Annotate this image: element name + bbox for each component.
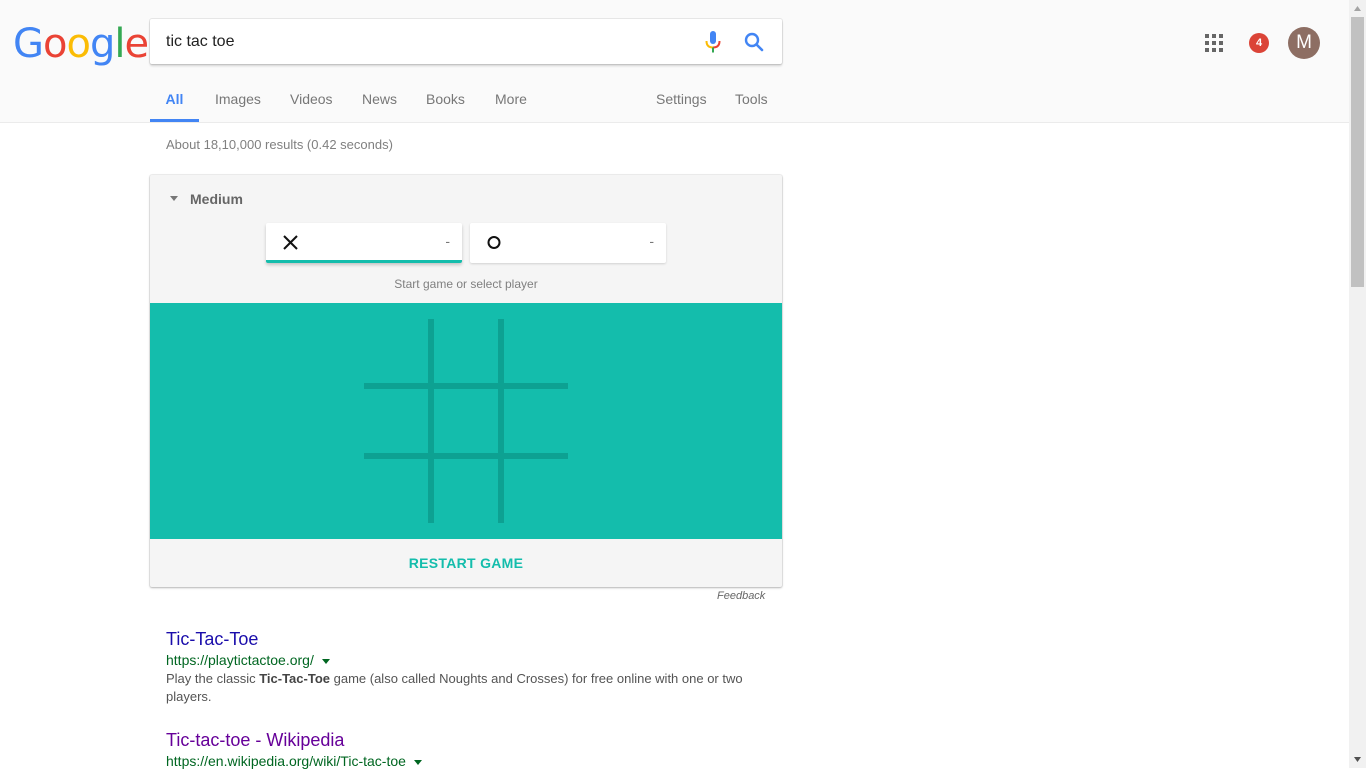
game-status: Start game or select player	[394, 277, 538, 291]
board-cell[interactable]	[434, 459, 498, 523]
result-url-text: https://playtictactoe.org/	[166, 652, 314, 668]
result-stats: About 18,10,000 results (0.42 seconds)	[166, 137, 393, 152]
account-avatar[interactable]: M	[1288, 27, 1320, 59]
apps-button[interactable]	[1204, 33, 1224, 53]
board-cell[interactable]	[504, 389, 568, 453]
tab-videos[interactable]: Videos	[290, 80, 333, 122]
board-cell[interactable]	[434, 319, 498, 383]
player-x-score: -	[445, 233, 450, 249]
search-result: Tic-tac-toe - Wikipedia https://en.wikip…	[166, 729, 766, 771]
search-result: Tic-Tac-Toe https://playtictactoe.org/ P…	[166, 628, 766, 706]
tab-books[interactable]: Books	[426, 80, 465, 122]
logo-letter: G	[13, 21, 44, 67]
o-mark-icon	[487, 236, 501, 249]
x-mark-icon	[283, 235, 298, 250]
search-input[interactable]	[166, 19, 686, 64]
player-x-card[interactable]: -	[266, 223, 462, 263]
tic-tac-toe-game: Medium - - Start game or select player R…	[150, 175, 782, 587]
difficulty-dropdown[interactable]: Medium	[170, 191, 243, 207]
logo-letter: g	[89, 21, 115, 67]
tab-all[interactable]: All	[150, 80, 199, 122]
vertical-scrollbar[interactable]	[1349, 0, 1366, 768]
search-button[interactable]	[742, 30, 766, 54]
difficulty-label: Medium	[190, 191, 243, 207]
apps-grid-icon	[1205, 34, 1223, 52]
tab-more[interactable]: More	[495, 80, 527, 122]
result-snippet: Play the classic Tic-Tac-Toe game (also …	[166, 670, 766, 706]
logo-letter: l	[114, 21, 125, 67]
tab-tools[interactable]: Tools	[735, 80, 768, 122]
board-cell[interactable]	[364, 389, 428, 453]
microphone-icon	[705, 31, 721, 53]
result-url: https://playtictactoe.org/	[166, 650, 766, 670]
arrow-up-icon	[1354, 6, 1361, 11]
snippet-highlight: Tic-Tac-Toe	[259, 671, 330, 686]
logo-letter: o	[66, 21, 91, 67]
scroll-down-button[interactable]	[1349, 751, 1366, 768]
caret-down-icon	[170, 195, 178, 201]
board-cell[interactable]	[504, 459, 568, 523]
player-o-score: -	[649, 233, 654, 249]
notifications-badge[interactable]: 4	[1249, 33, 1269, 53]
header: Google 4 M All I	[0, 0, 1349, 123]
result-title-link[interactable]: Tic-Tac-Toe	[166, 628, 766, 650]
result-url: https://en.wikipedia.org/wiki/Tic-tac-to…	[166, 751, 766, 771]
snippet-text: Play the classic	[166, 671, 260, 686]
tab-images[interactable]: Images	[215, 80, 261, 122]
scrollbar-thumb[interactable]	[1351, 17, 1364, 287]
board-cell[interactable]	[434, 389, 498, 453]
logo-letter: e	[124, 21, 149, 67]
player-o-card[interactable]: -	[470, 223, 666, 263]
scroll-up-button[interactable]	[1349, 0, 1366, 17]
result-title-link[interactable]: Tic-tac-toe - Wikipedia	[166, 729, 766, 751]
game-board	[150, 303, 782, 539]
logo-letter: o	[43, 21, 68, 67]
google-logo[interactable]: Google	[13, 21, 149, 67]
restart-game-button[interactable]: RESTART GAME	[150, 539, 782, 587]
url-options-arrow-icon[interactable]	[321, 658, 330, 664]
board-cell[interactable]	[504, 319, 568, 383]
voice-search-button[interactable]	[703, 30, 723, 54]
search-box	[150, 19, 782, 64]
board-cell[interactable]	[364, 459, 428, 523]
url-options-arrow-icon[interactable]	[413, 759, 422, 765]
result-url-text: https://en.wikipedia.org/wiki/Tic-tac-to…	[166, 753, 406, 769]
feedback-link[interactable]: Feedback	[717, 590, 765, 602]
tab-settings[interactable]: Settings	[656, 80, 707, 122]
tab-news[interactable]: News	[362, 80, 397, 122]
arrow-down-icon	[1354, 757, 1361, 762]
board-cell[interactable]	[364, 319, 428, 383]
search-icon	[744, 32, 764, 52]
